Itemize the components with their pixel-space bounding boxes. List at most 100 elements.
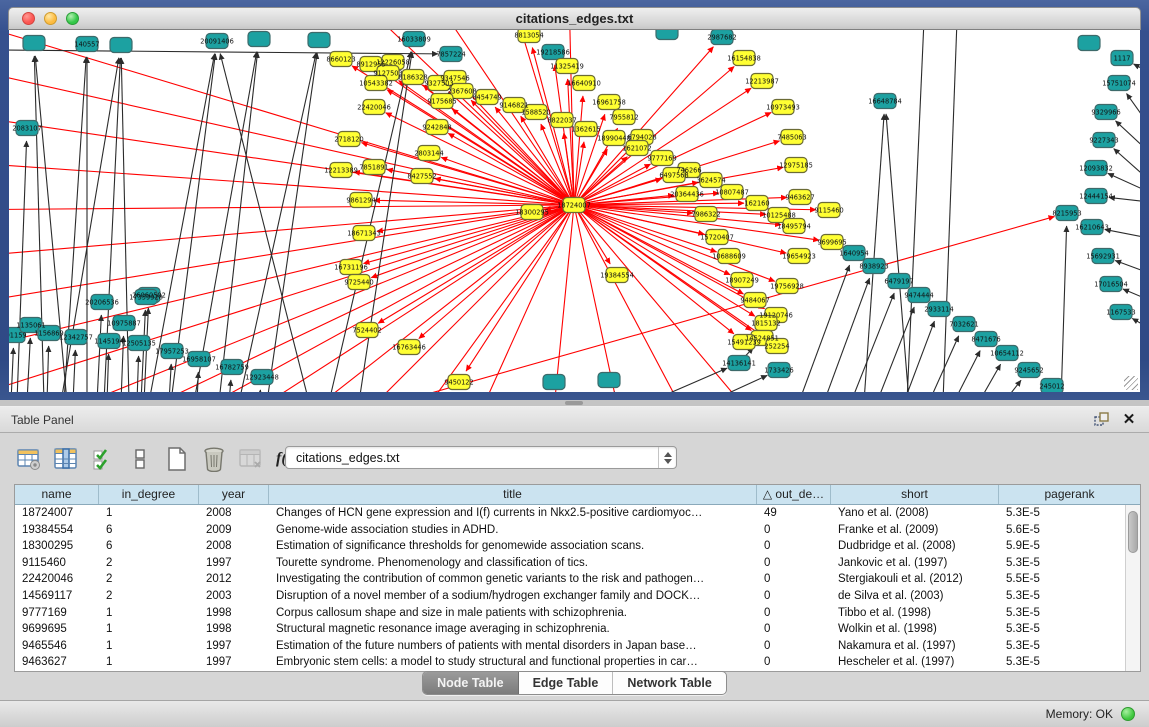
graph-node[interactable]: [23, 36, 45, 51]
table-cell: 1997: [199, 654, 269, 671]
float-window-icon[interactable]: [1093, 412, 1109, 428]
table-row[interactable]: 2242004622012Investigating the contribut…: [15, 571, 1125, 588]
table-toolbar: f(x): [16, 441, 301, 477]
graph-edge: [9, 60, 574, 205]
select-columns-button[interactable]: [90, 446, 116, 472]
graph-node-label: 19384554: [600, 271, 634, 279]
table-row[interactable]: 977716911998Corpus callosum shape and si…: [15, 605, 1125, 622]
graph-node[interactable]: [543, 375, 565, 390]
minimize-button[interactable]: [44, 12, 57, 25]
table-settings-button[interactable]: [16, 446, 42, 472]
graph-node[interactable]: [308, 33, 330, 48]
graph-node-label: 9245652: [1014, 366, 1043, 374]
graph-node-label: 8427552: [407, 172, 436, 180]
table-cell: Corpus callosum shape and size in male p…: [269, 605, 757, 622]
graph-node[interactable]: [248, 32, 270, 47]
graph-edge: [1116, 121, 1140, 152]
graph-edge: [249, 205, 574, 392]
citation-graph[interactable]: 1872400714055720091406160338097857224192…: [9, 30, 1140, 392]
table-row[interactable]: 1456911722003Disruption of a novel membe…: [15, 588, 1125, 605]
table-row[interactable]: 946362711997Embryonic stem cells: a mode…: [15, 654, 1125, 671]
column-header-short[interactable]: short: [831, 485, 999, 504]
table-row[interactable]: 946554611997Estimation of the future num…: [15, 638, 1125, 655]
network-canvas[interactable]: 1872400714055720091406160338097857224192…: [9, 30, 1140, 392]
graph-edge: [229, 380, 231, 392]
table-row[interactable]: 1872400712008Changes of HCN gene express…: [15, 505, 1125, 522]
tab-edge-table[interactable]: Edge Table: [519, 672, 614, 694]
graph-edge: [1127, 94, 1140, 125]
graph-node-label: 22420046: [357, 103, 391, 111]
table-row[interactable]: 969969511998Structural magnetic resonanc…: [15, 621, 1125, 638]
divider-handle[interactable]: [565, 401, 583, 405]
new-table-button[interactable]: [164, 446, 190, 472]
table-scrollbar[interactable]: [1125, 505, 1140, 671]
table-cell: 18724007: [15, 505, 99, 522]
column-header-name[interactable]: name: [15, 485, 99, 504]
close-button[interactable]: [22, 12, 35, 25]
graph-edge: [851, 293, 894, 392]
graph-node-label: 12093832: [1079, 164, 1113, 172]
column-header-title[interactable]: title: [269, 485, 757, 504]
tab-network-table[interactable]: Network Table: [613, 672, 726, 694]
graph-node-label: 8215953: [1052, 209, 1081, 217]
network-view-window: citations_edges.txt 18724007140557200914…: [0, 0, 1149, 400]
column-header-pagerank[interactable]: pagerank: [999, 485, 1140, 504]
graph-node-label: 8471676: [971, 335, 1000, 343]
graph-node-label: 15491239: [727, 338, 761, 346]
graph-node-label: 11325419: [550, 62, 584, 70]
add-column-button[interactable]: [53, 446, 79, 472]
table-source-select[interactable]: citations_edges.txt: [285, 446, 677, 469]
column-header-year[interactable]: year: [199, 485, 269, 504]
tab-node-table[interactable]: Node Table: [423, 672, 518, 694]
memory-status-indicator[interactable]: [1121, 707, 1135, 721]
graph-node[interactable]: [110, 38, 132, 53]
graph-edge: [259, 390, 260, 392]
graph-node-label: 1167533: [1106, 308, 1135, 316]
graph-node-label: 8813054: [514, 31, 543, 39]
graph-edge: [799, 265, 849, 392]
delete-column-button[interactable]: [238, 446, 264, 472]
column-header-in_degree[interactable]: in_degree: [99, 485, 199, 504]
table-cell: 0: [757, 588, 831, 605]
table-row[interactable]: 1830029562008Estimation of significance …: [15, 538, 1125, 555]
graph-node-label: 10975887: [107, 319, 141, 327]
graph-node[interactable]: [656, 30, 678, 40]
graph-edge: [1109, 197, 1140, 202]
graph-node-label: 12444154: [1079, 192, 1113, 200]
table-scrollbar-thumb[interactable]: [1128, 511, 1138, 553]
resize-grip-icon[interactable]: [1124, 376, 1138, 390]
graph-node-label: 1362615: [571, 125, 600, 133]
table-cell: 0: [757, 605, 831, 622]
graph-node-label: 10125488: [762, 211, 796, 219]
table-cell: Disruption of a novel member of a sodium…: [269, 588, 757, 605]
network-window-titlebar[interactable]: citations_edges.txt: [8, 7, 1141, 30]
table-panel-title: Table Panel: [11, 413, 74, 427]
table-cell: 6: [99, 538, 199, 555]
graph-node-label: 12213987: [745, 77, 779, 85]
table-row[interactable]: 1938455462009Genome-wide association stu…: [15, 522, 1125, 539]
graph-edge: [220, 54, 309, 392]
row-height-button[interactable]: [127, 446, 153, 472]
graph-node[interactable]: [1078, 36, 1100, 51]
close-panel-icon[interactable]: ✕: [1121, 412, 1137, 428]
delete-table-button[interactable]: [201, 446, 227, 472]
table-cell: Structural magnetic resonance image aver…: [269, 621, 757, 638]
graph-node-label: 9474444: [904, 291, 933, 299]
table-cell: 2: [99, 555, 199, 572]
table-header-row: namein_degreeyeartitle△ out_de…shortpage…: [15, 485, 1140, 505]
graph-node-label: 7524402: [352, 326, 381, 334]
graph-node[interactable]: [598, 373, 620, 388]
table-cell: 0: [757, 555, 831, 572]
table-cell: 1: [99, 654, 199, 671]
table-cell: 1: [99, 605, 199, 622]
table-cell: 14569117: [15, 588, 99, 605]
zoom-button[interactable]: [66, 12, 79, 25]
table-row[interactable]: 911546021997Tourette syndrome. Phenomeno…: [15, 555, 1125, 572]
table-cell: Embryonic stem cells: a model to study s…: [269, 654, 757, 671]
graph-node-label: 252254: [764, 342, 789, 350]
table-cell: 9115460: [15, 555, 99, 572]
graph-edge: [466, 205, 574, 371]
column-header-out_de[interactable]: △ out_de…: [757, 485, 831, 504]
graph-edge: [159, 217, 1054, 392]
table-cell: Nakamura et al. (1997): [831, 638, 999, 655]
